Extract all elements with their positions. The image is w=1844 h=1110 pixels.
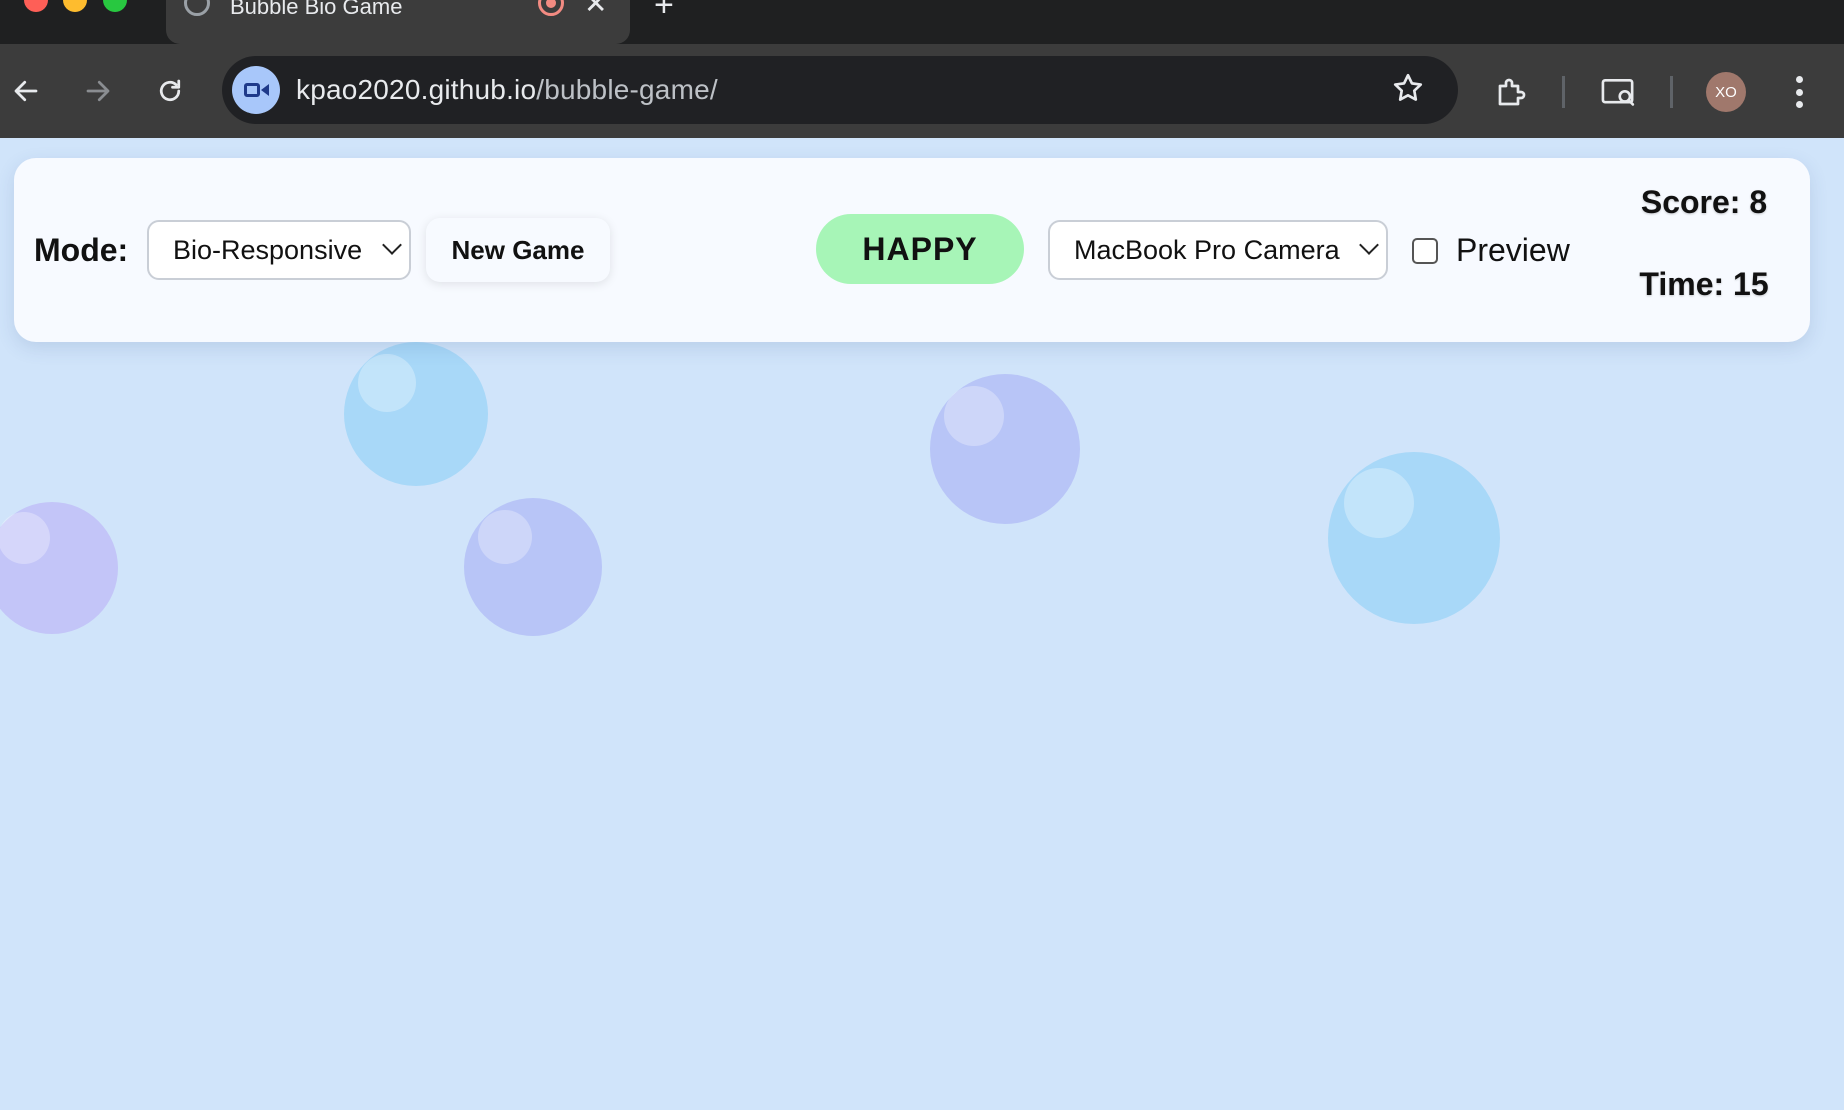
recording-indicator-icon [538, 0, 564, 16]
tab-close-button[interactable]: ✕ [584, 0, 607, 18]
bubble[interactable] [930, 374, 1080, 524]
new-tab-button[interactable]: + [654, 0, 674, 22]
maximize-window-button[interactable] [103, 0, 127, 12]
close-window-button[interactable] [24, 0, 48, 12]
back-button[interactable] [6, 71, 46, 111]
game-control-panel: Mode: Bio-Responsive New Game HAPPY MacB… [14, 158, 1810, 342]
reload-icon [159, 79, 181, 102]
time-display: Time: 15 [1614, 250, 1794, 318]
score-display: Score: 8 [1614, 168, 1794, 236]
camera-site-icon[interactable] [232, 66, 280, 114]
mode-select[interactable]: Bio-Responsive [147, 220, 411, 280]
bubble[interactable] [464, 498, 602, 636]
chevron-down-icon [1359, 235, 1379, 255]
bubble[interactable] [0, 502, 118, 634]
bubble[interactable] [1328, 452, 1500, 624]
kebab-menu-icon[interactable] [1792, 72, 1806, 112]
minimize-window-button[interactable] [63, 0, 87, 12]
mood-badge: HAPPY [816, 214, 1024, 284]
toolbar-divider [1670, 76, 1673, 108]
forward-button[interactable] [78, 71, 118, 111]
toolbar-divider [1562, 76, 1565, 108]
tab-strip: Bubble Bio Game ✕ + [0, 0, 1844, 44]
preview-checkbox[interactable] [1412, 238, 1438, 264]
address-bar[interactable]: kpao2020.github.io/bubble-game/ [222, 56, 1458, 124]
bubble[interactable] [344, 342, 488, 486]
forward-arrow-icon [86, 80, 110, 102]
browser-toolbar: kpao2020.github.io/bubble-game/ XO [0, 44, 1844, 138]
active-tab[interactable]: Bubble Bio Game ✕ [166, 0, 630, 44]
chevron-down-icon [382, 235, 402, 255]
bookmark-star-icon[interactable] [1390, 70, 1426, 106]
screen-search-icon[interactable] [1600, 74, 1638, 110]
camera-select-value: MacBook Pro Camera [1074, 234, 1340, 265]
globe-icon [184, 0, 210, 16]
new-game-button[interactable]: New Game [426, 218, 610, 282]
mode-select-value: Bio-Responsive [173, 234, 363, 265]
camera-select[interactable]: MacBook Pro Camera [1048, 220, 1388, 280]
preview-label[interactable]: Preview [1456, 232, 1570, 269]
mode-label: Mode: [34, 232, 129, 268]
url-host: kpao2020.github.io [296, 74, 537, 105]
tab-title: Bubble Bio Game [230, 0, 403, 19]
url-text[interactable]: kpao2020.github.io/bubble-game/ [296, 74, 718, 106]
url-path: /bubble-game/ [536, 74, 718, 105]
extensions-icon[interactable] [1494, 74, 1530, 110]
reload-button[interactable] [150, 71, 190, 111]
profile-avatar[interactable]: XO [1706, 72, 1746, 112]
back-arrow-icon [14, 80, 38, 102]
